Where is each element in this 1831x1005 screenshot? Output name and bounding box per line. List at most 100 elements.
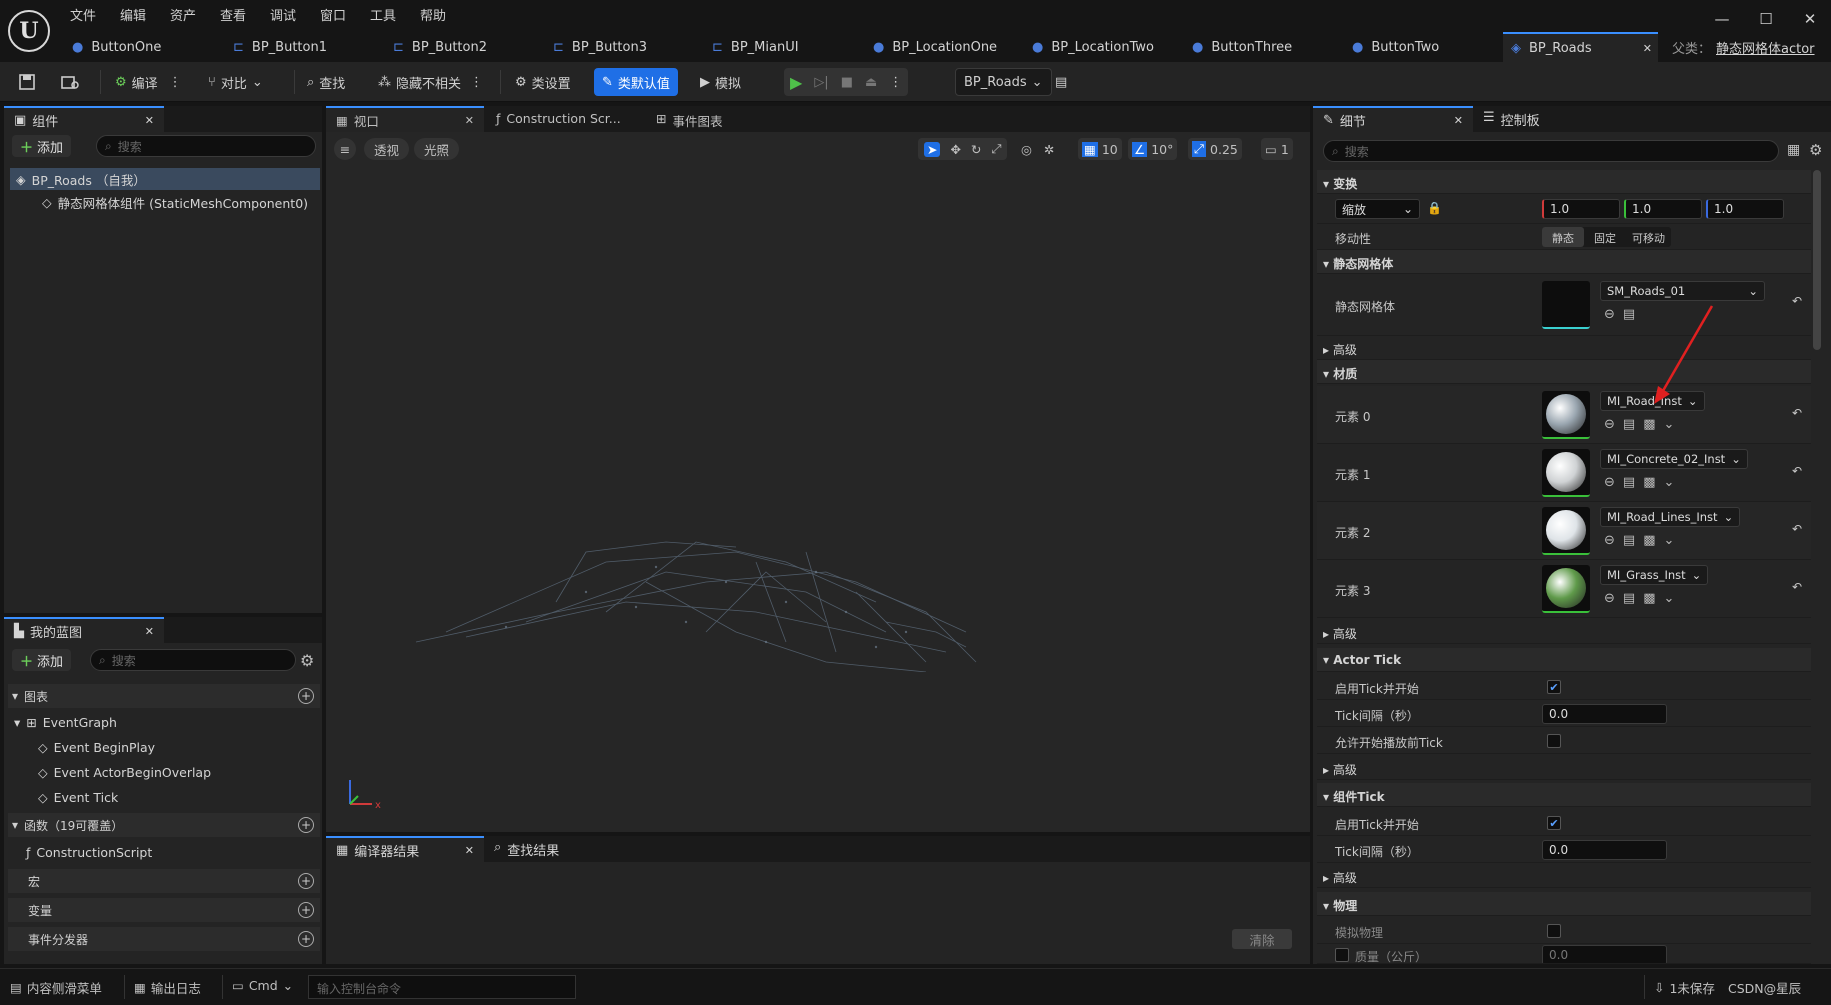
menu-asset[interactable]: 资产 [170, 4, 196, 24]
scale-snap-control[interactable]: ⤢ 0.25 [1188, 138, 1242, 160]
parent-class-link[interactable]: 静态网格体actor [1716, 32, 1815, 62]
ctick-enable-checkbox[interactable]: ✔ [1547, 816, 1561, 830]
reset-icon[interactable]: ↶ [1792, 580, 1802, 594]
component-root[interactable]: ◈ BP_Roads （自我） [10, 168, 320, 190]
class-defaults-button[interactable]: ✎ 类默认值 [594, 68, 678, 96]
close-icon[interactable]: ✕ [465, 844, 474, 857]
chevron-down-icon[interactable]: ⌄ [1664, 591, 1675, 606]
component-static-mesh[interactable]: ◇ 静态网格体组件 (StaticMeshComponent0) [42, 191, 322, 213]
tab-buttonthree[interactable]: ● ButtonThree [1192, 32, 1292, 62]
menu-window[interactable]: 窗口 [320, 4, 346, 24]
checker-icon[interactable]: ▩ [1643, 533, 1655, 548]
mobility-stationary[interactable]: 固定 [1584, 227, 1626, 247]
menu-view[interactable]: 查看 [220, 4, 246, 24]
material-dropdown[interactable]: MI_Road_Lines_Inst ⌄ [1600, 507, 1741, 527]
close-icon[interactable]: ✕ [145, 114, 154, 127]
tick-before-checkbox[interactable] [1547, 734, 1561, 748]
tab-bp-locationone[interactable]: ● BP_LocationOne [873, 32, 997, 62]
tab-compiler-results[interactable]: ▦ 编译器结果 ✕ [326, 836, 484, 862]
construction-script-item[interactable]: ƒ ConstructionScript [26, 841, 152, 863]
details-scrollbar[interactable] [1813, 170, 1821, 350]
close-icon[interactable]: ✕ [145, 625, 154, 638]
tab-bp-button1[interactable]: ⊏ BP_Button1 [233, 32, 327, 62]
class-settings-button[interactable]: ⚙ 类设置 [515, 68, 571, 96]
add-variable-icon[interactable]: + [298, 902, 314, 918]
tab-event-graph[interactable]: ⊞ 事件图表 [656, 111, 723, 130]
menu-help[interactable]: 帮助 [420, 4, 446, 24]
browse-icon[interactable]: ▤ [1623, 417, 1635, 432]
tab-buttonone[interactable]: ● ButtonOne [72, 32, 161, 62]
section-materials[interactable]: ▾ 材质 [1317, 360, 1811, 384]
menu-debug[interactable]: 调试 [270, 4, 296, 24]
angle-snap-control[interactable]: ∠ 10° [1128, 138, 1178, 160]
section-component-tick[interactable]: ▾ 组件Tick [1317, 783, 1811, 807]
menu-edit[interactable]: 编辑 [120, 4, 146, 24]
material-dropdown[interactable]: MI_Grass_Inst ⌄ [1600, 565, 1709, 585]
save-icon[interactable] [18, 68, 36, 96]
use-selected-icon[interactable]: ⊖ [1604, 591, 1615, 606]
scale-y-field[interactable]: 1.0 [1624, 199, 1702, 219]
mass-override-checkbox[interactable] [1335, 948, 1349, 962]
maximize-icon[interactable]: ☐ [1755, 8, 1777, 30]
cmd-dropdown[interactable]: ▭ Cmd ⌄ [232, 978, 293, 993]
material-thumbnail[interactable] [1542, 391, 1590, 439]
checker-icon[interactable]: ▩ [1643, 417, 1655, 432]
section-actor-tick[interactable]: ▾ Actor Tick [1317, 648, 1811, 672]
camera-speed-control[interactable]: ▭ 1 [1261, 138, 1293, 160]
stop-icon[interactable]: ■ [841, 75, 853, 90]
use-selected-icon[interactable]: ⊖ [1604, 533, 1615, 548]
tab-bp-button2[interactable]: ⊏ BP_Button2 [393, 32, 487, 62]
section-advanced[interactable]: ▸ 高级 [1317, 336, 1811, 360]
mass-field[interactable]: 0.0 [1542, 945, 1667, 963]
section-advanced[interactable]: ▸ 高级 [1317, 756, 1811, 780]
add-function-icon[interactable]: + [298, 817, 314, 833]
section-physics[interactable]: ▾ 物理 [1317, 892, 1811, 916]
compile-button[interactable]: ⚙ 编译 ⋮ [115, 68, 182, 96]
tick-enable-checkbox[interactable]: ✔ [1547, 680, 1561, 694]
eject-icon[interactable]: ⏏ [865, 75, 877, 90]
more-icon[interactable]: ⋮ [470, 75, 483, 90]
reset-icon[interactable]: ↶ [1792, 464, 1802, 478]
clear-button[interactable]: 清除 [1232, 929, 1292, 949]
output-log-button[interactable]: ▦ 输出日志 [134, 978, 201, 997]
menu-file[interactable]: 文件 [70, 4, 96, 24]
mobility-static[interactable]: 静态 [1542, 227, 1584, 247]
use-selected-icon[interactable]: ⊖ [1604, 417, 1615, 432]
reset-icon[interactable]: ↶ [1792, 406, 1802, 420]
material-thumbnail[interactable] [1542, 507, 1590, 555]
tab-bp-locationtwo[interactable]: ● BP_LocationTwo [1032, 32, 1154, 62]
more-icon[interactable]: ⋮ [169, 75, 182, 90]
content-drawer-button[interactable]: ▤ 内容侧滑菜单 [10, 978, 102, 997]
tab-find-results[interactable]: ⌕ 查找结果 [494, 840, 559, 859]
blueprint-search-input[interactable]: ⌕ 搜索 [90, 649, 296, 671]
lit-mode-button[interactable]: 光照 [414, 138, 460, 160]
section-functions[interactable]: ▾ 函数（19可覆盖） + [8, 813, 320, 837]
section-dispatchers[interactable]: 事件分发器 + [8, 927, 320, 951]
lock-icon[interactable]: 🔒 [1427, 201, 1442, 215]
chevron-down-icon[interactable]: ⌄ [1664, 475, 1675, 490]
tab-viewport[interactable]: ▦ 视口 ✕ [326, 106, 484, 132]
material-dropdown[interactable]: MI_Concrete_02_Inst ⌄ [1600, 449, 1748, 469]
scale-icon[interactable]: ⤢ [991, 141, 1001, 157]
tab-details[interactable]: ✎ 细节 ✕ [1313, 106, 1473, 132]
add-graph-icon[interactable]: + [298, 688, 314, 704]
debug-browse-icon[interactable]: ▤ [1055, 68, 1067, 96]
gear-icon[interactable]: ⚙ [1809, 141, 1822, 159]
event-item[interactable]: ◇ Event BeginPlay [38, 736, 155, 758]
close-icon[interactable]: ✕ [1454, 114, 1463, 127]
scale-z-field[interactable]: 1.0 [1706, 199, 1784, 219]
find-button[interactable]: ⌕ 查找 [307, 68, 345, 96]
checker-icon[interactable]: ▩ [1643, 591, 1655, 606]
gear-icon[interactable]: ⚙ [300, 651, 314, 670]
simulate-physics-checkbox[interactable] [1547, 924, 1561, 938]
close-icon[interactable]: ✕ [465, 114, 474, 127]
section-static-mesh[interactable]: ▾ 静态网格体 [1317, 250, 1811, 274]
reset-icon[interactable]: ↶ [1792, 522, 1802, 536]
use-selected-icon[interactable]: ⊖ [1604, 475, 1615, 490]
tab-bp-roads[interactable]: ◈ BP_Roads ✕ [1503, 32, 1658, 62]
section-macros[interactable]: 宏 + [8, 869, 320, 893]
menu-tools[interactable]: 工具 [370, 4, 396, 24]
tab-buttontwo[interactable]: ● ButtonTwo [1352, 32, 1439, 62]
diff-button[interactable]: ⑂ 对比 ⌄ [208, 68, 263, 96]
browse-icon[interactable]: ▤ [1623, 475, 1635, 490]
